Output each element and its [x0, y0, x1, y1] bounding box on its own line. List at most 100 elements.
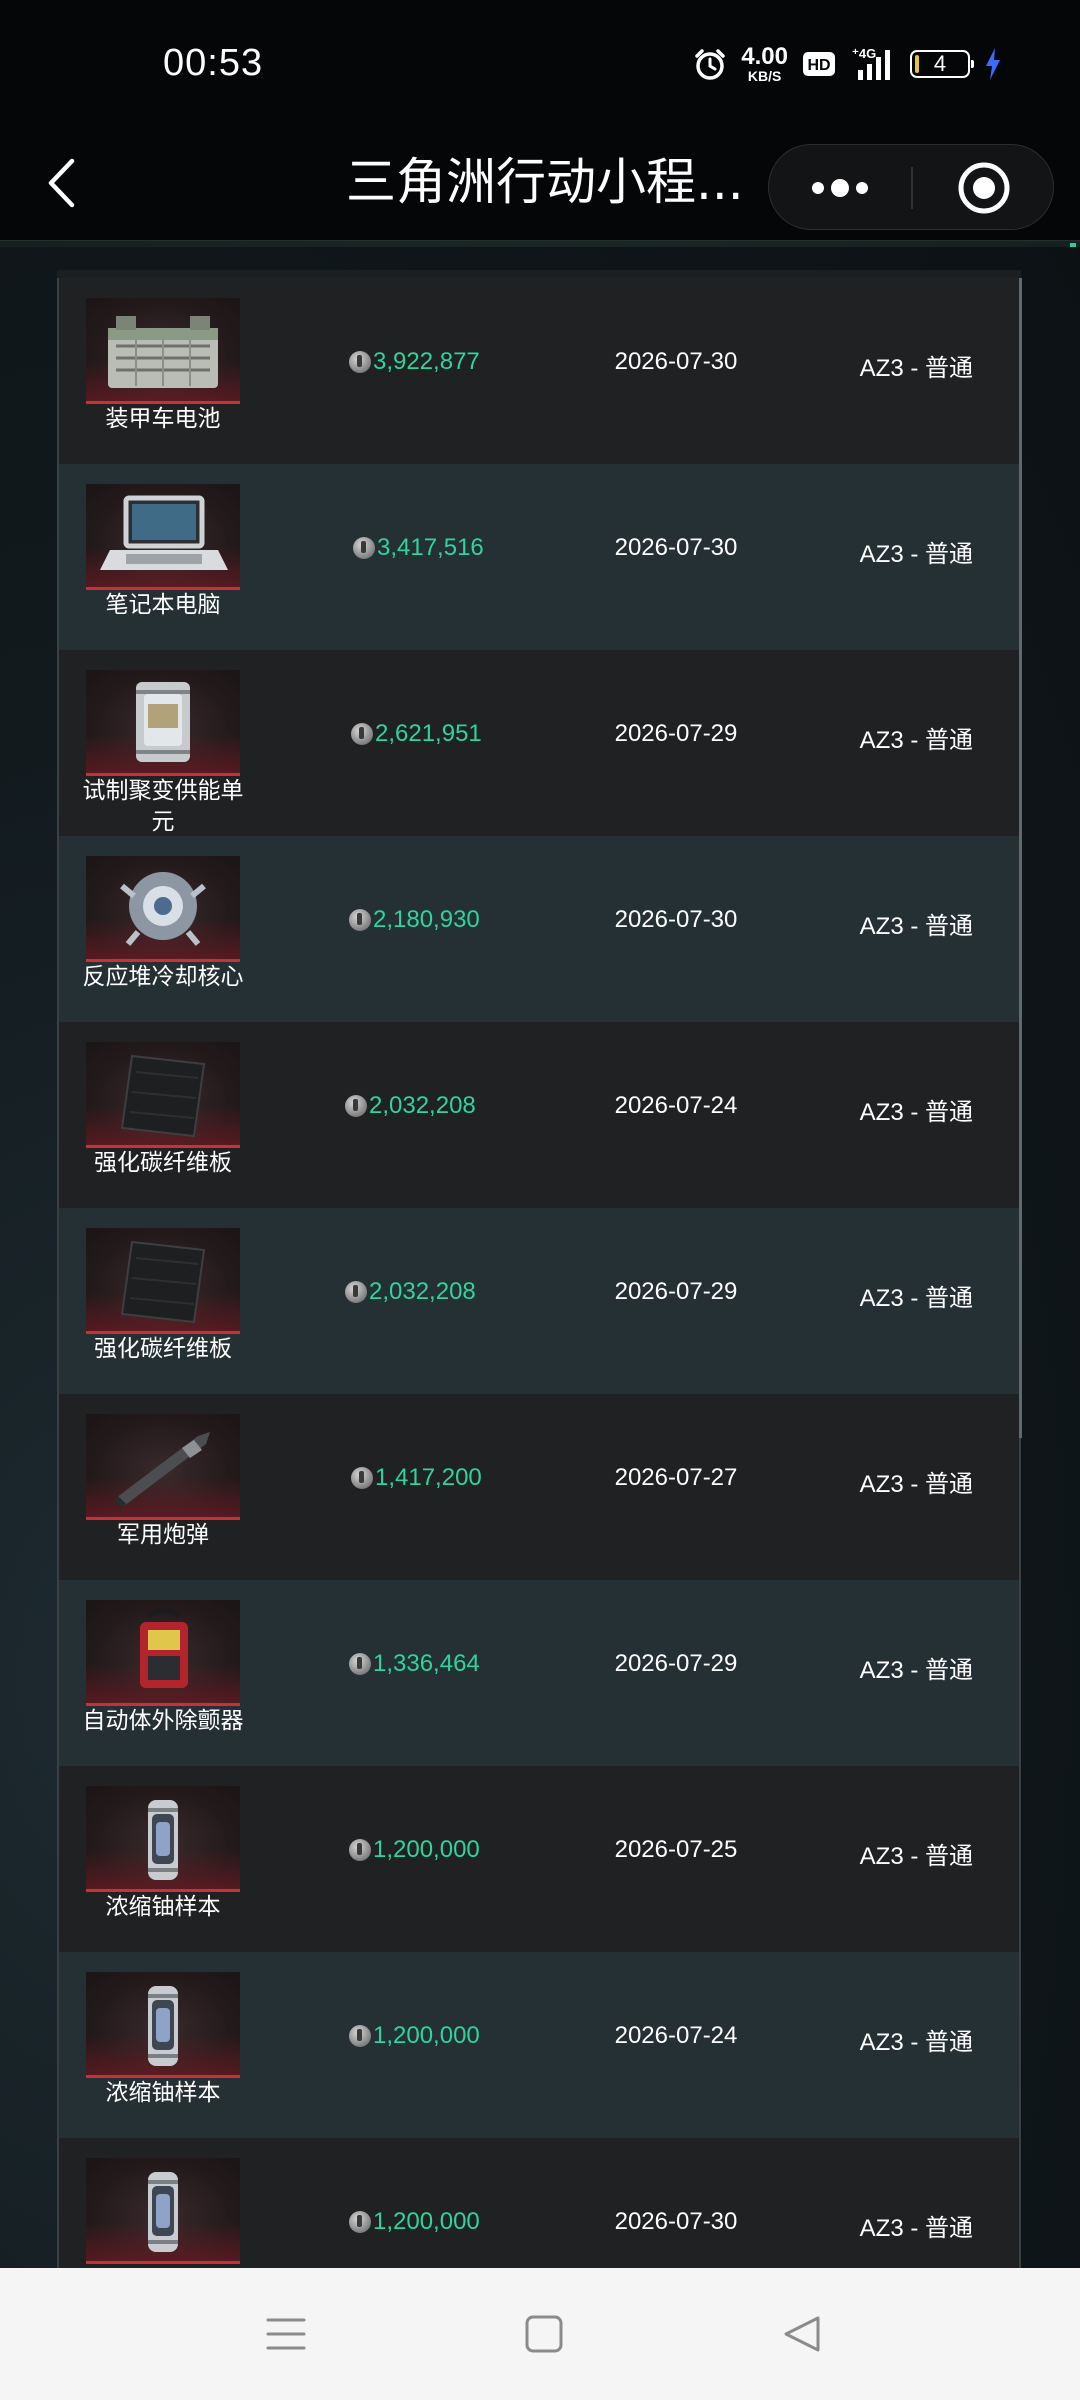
list-item[interactable]: 自动体外除颤器 1,336,464 2026-07-29 AZ3 - 普通 [59, 1580, 1019, 1766]
target-icon [958, 162, 1010, 214]
item-name: 强化碳纤维板 [94, 1336, 232, 1362]
home-button[interactable] [514, 2304, 574, 2364]
close-button[interactable] [913, 145, 1055, 231]
page-title: 三角洲行动小程... [346, 153, 744, 211]
item-name: 军用炮弹 [117, 1522, 209, 1548]
battery-icon: 4 [910, 50, 974, 78]
carbon-plate-icon [86, 1042, 240, 1148]
signal-icon: ⁺4G [850, 46, 896, 82]
svg-text:HD: HD [807, 57, 830, 74]
uranium-sample-icon [86, 1786, 240, 1892]
alarm-icon [693, 47, 727, 81]
net-speed: 4.00 KB/S [741, 43, 788, 84]
item-name: 装甲车电池 [105, 406, 221, 432]
menu-button[interactable] [256, 2304, 316, 2364]
item-map: AZ3 - 普通 [859, 2029, 973, 2056]
item-date: 2026-07-30 [614, 906, 738, 933]
status-bar: 00:53 4.00 KB/S HD ⁺4G 4 [0, 0, 1080, 130]
uranium-sample-icon [86, 2158, 240, 2264]
item-price: 3,417,516 [353, 534, 484, 562]
item-map: AZ3 - 普通 [859, 1471, 973, 1498]
title-bar: 三角洲行动小程... [0, 130, 1080, 240]
battery-level: 4 [933, 51, 947, 76]
back-triangle-icon [784, 2316, 820, 2352]
net-speed-value: 4.00 [741, 43, 788, 70]
uranium-sample-icon [86, 1972, 240, 2078]
coin-icon [349, 909, 371, 931]
battery-fill [915, 55, 919, 73]
list-header-strip [57, 270, 1021, 278]
item-date: 2026-07-29 [614, 720, 738, 747]
more-icon [812, 179, 868, 197]
net-speed-unit: KB/S [747, 68, 782, 84]
coin-icon [351, 723, 373, 745]
defibrillator-icon [86, 1600, 240, 1706]
coin-icon [349, 2025, 371, 2047]
item-price: 1,417,200 [351, 1464, 482, 1492]
price-value: 1,417,200 [375, 1464, 482, 1491]
coin-icon [349, 2211, 371, 2233]
item-name: 自动体外除颤器 [82, 1708, 244, 1734]
coin-icon [351, 1467, 373, 1489]
trade-list[interactable]: 装甲车电池 3,922,877 2026-07-30 AZ3 - 普通 笔记本电… [57, 278, 1021, 2268]
armored-battery-icon [86, 298, 240, 404]
item-date: 2026-07-30 [614, 2208, 738, 2235]
menu-icon [266, 2318, 306, 2350]
item-name: 反应堆冷却核心 [82, 964, 244, 990]
item-date: 2026-07-30 [614, 534, 738, 561]
back-button[interactable] [36, 150, 86, 216]
list-scrollbar[interactable] [1019, 278, 1022, 1438]
list-item[interactable]: 浓缩铀样本 1,200,000 2026-07-25 AZ3 - 普通 [59, 1766, 1019, 1952]
reactor-core-icon [86, 856, 240, 962]
more-button[interactable] [769, 145, 911, 231]
header-accent [1070, 243, 1076, 247]
price-value: 1,200,000 [373, 2022, 480, 2049]
list-item[interactable]: 浓缩铀样本 1,200,000 2026-07-24 AZ3 - 普通 [59, 1952, 1019, 2138]
list-item[interactable]: 强化碳纤维板 2,032,208 2026-07-29 AZ3 - 普通 [59, 1208, 1019, 1394]
item-map: AZ3 - 普通 [859, 355, 973, 382]
item-name: 强化碳纤维板 [94, 1150, 232, 1176]
item-price: 1,200,000 [349, 1836, 480, 1864]
list-item[interactable]: 装甲车电池 3,922,877 2026-07-30 AZ3 - 普通 [59, 278, 1019, 464]
price-value: 3,922,877 [373, 348, 480, 375]
price-value: 2,621,951 [375, 720, 482, 747]
coin-icon [349, 351, 371, 373]
item-map: AZ3 - 普通 [859, 1843, 973, 1870]
header-divider [0, 240, 1080, 247]
svg-text:⁺4G: ⁺4G [852, 46, 876, 61]
mini-program-capsule [768, 144, 1054, 230]
item-date: 2026-07-29 [614, 1650, 738, 1677]
list-item[interactable]: 1,200,000 2026-07-30 AZ3 - 普通 [59, 2138, 1019, 2268]
fusion-unit-icon [86, 670, 240, 776]
item-name: 浓缩铀样本 [105, 2080, 221, 2106]
list-item[interactable]: 强化碳纤维板 2,032,208 2026-07-24 AZ3 - 普通 [59, 1022, 1019, 1208]
back-icon [48, 158, 75, 208]
price-value: 1,200,000 [373, 1836, 480, 1863]
item-price: 1,336,464 [349, 1650, 480, 1678]
item-date: 2026-07-27 [614, 1464, 738, 1491]
item-date: 2026-07-29 [614, 1278, 738, 1305]
item-date: 2026-07-25 [614, 1836, 738, 1863]
item-date: 2026-07-24 [614, 1092, 738, 1119]
carbon-plate-icon [86, 1228, 240, 1334]
item-map: AZ3 - 普通 [859, 541, 973, 568]
coin-icon [353, 537, 375, 559]
item-price: 2,032,208 [345, 1092, 476, 1120]
system-nav-bar [0, 2268, 1080, 2400]
price-value: 1,336,464 [373, 1650, 480, 1677]
item-map: AZ3 - 普通 [859, 1285, 973, 1312]
item-price: 2,621,951 [351, 720, 482, 748]
list-item[interactable]: 军用炮弹 1,417,200 2026-07-27 AZ3 - 普通 [59, 1394, 1019, 1580]
price-value: 2,180,930 [373, 906, 480, 933]
item-map: AZ3 - 普通 [859, 913, 973, 940]
system-back-button[interactable] [772, 2304, 832, 2364]
list-item[interactable]: 反应堆冷却核心 2,180,930 2026-07-30 AZ3 - 普通 [59, 836, 1019, 1022]
charging-icon [984, 47, 1002, 81]
item-price: 2,032,208 [345, 1278, 476, 1306]
list-item[interactable]: 试制聚变供能单元 2,621,951 2026-07-29 AZ3 - 普通 [59, 650, 1019, 836]
artillery-shell-icon [86, 1414, 240, 1520]
item-date: 2026-07-30 [614, 348, 738, 375]
list-item[interactable]: 笔记本电脑 3,417,516 2026-07-30 AZ3 - 普通 [59, 464, 1019, 650]
screen: 00:53 4.00 KB/S HD ⁺4G 4 三角洲行动小程... 装甲车电… [0, 0, 1080, 2400]
item-name: 浓缩铀样本 [105, 1894, 221, 1920]
